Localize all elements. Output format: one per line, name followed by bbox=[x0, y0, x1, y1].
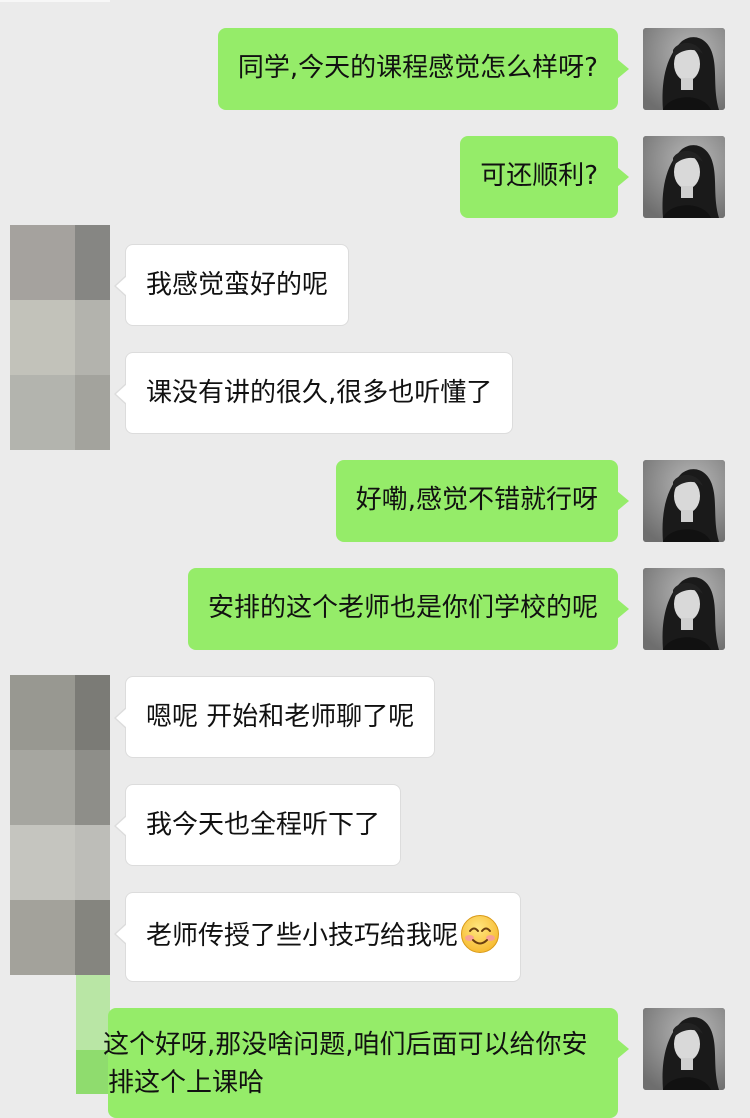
mosaic-cell bbox=[75, 300, 110, 375]
mosaic-cell bbox=[75, 900, 110, 975]
avatar-portrait-image bbox=[643, 568, 725, 650]
message-text: 同学,今天的课程感觉怎么样呀? bbox=[237, 53, 598, 83]
mosaic-cell bbox=[10, 300, 75, 375]
mosaic-cell bbox=[10, 825, 75, 900]
message-bubble-outgoing[interactable]: 好嘞,感觉不错就行呀 bbox=[335, 460, 630, 542]
message-bubble-incoming[interactable]: 嗯呢 开始和老师聊了呢 bbox=[113, 676, 436, 758]
mosaic-cell bbox=[10, 225, 75, 300]
message-text: 我感觉蛮好的呢 bbox=[146, 270, 329, 300]
message-bubble-incoming[interactable]: 老师传授了些小技巧给我呢 bbox=[113, 892, 522, 982]
mosaic-cell bbox=[10, 375, 75, 450]
message-bubble-outgoing[interactable]: 这个好呀,那没啥问题,咱们后面可以给你安排这个上课哈 bbox=[103, 1008, 629, 1118]
message-bubble-outgoing[interactable]: 可还顺利? bbox=[460, 136, 629, 218]
message-text: 可还顺利? bbox=[480, 161, 598, 191]
avatar-portrait-image bbox=[643, 28, 725, 110]
mosaic-cell bbox=[75, 675, 110, 750]
avatar-self[interactable] bbox=[643, 568, 725, 650]
avatar-other-pixelated[interactable] bbox=[10, 225, 110, 450]
message-text: 老师传授了些小技巧给我呢 bbox=[146, 921, 459, 951]
message-text: 这个好呀,那没啥问题,咱们后面可以给你安排这个上课哈 bbox=[103, 1030, 588, 1098]
avatar-portrait-image bbox=[643, 1008, 725, 1090]
avatar-self[interactable] bbox=[643, 460, 725, 542]
smiling-blush-emoji-icon bbox=[461, 914, 500, 953]
message-text: 好嘞,感觉不错就行呀 bbox=[355, 485, 598, 515]
message-bubble-incoming[interactable]: 我感觉蛮好的呢 bbox=[113, 244, 350, 326]
message-bubble-incoming[interactable]: 课没有讲的很久,很多也听懂了 bbox=[113, 352, 514, 434]
message-text: 安排的这个老师也是你们学校的呢 bbox=[207, 593, 598, 623]
avatar-portrait-image bbox=[643, 460, 725, 542]
message-text: 我今天也全程听下了 bbox=[146, 810, 381, 840]
avatar-self[interactable] bbox=[643, 28, 725, 110]
message-bubble-incoming[interactable]: 我今天也全程听下了 bbox=[113, 784, 402, 866]
top-divider bbox=[0, 0, 110, 2]
mosaic-cell bbox=[75, 825, 110, 900]
mosaic-cell bbox=[75, 225, 110, 300]
mosaic-cell bbox=[75, 375, 110, 450]
avatar-self[interactable] bbox=[643, 136, 725, 218]
mosaic-cell bbox=[10, 900, 75, 975]
mosaic-cell bbox=[10, 750, 75, 825]
avatar-self[interactable] bbox=[643, 1008, 725, 1090]
avatar-other-pixelated[interactable] bbox=[10, 675, 110, 975]
mosaic-cell bbox=[10, 675, 75, 750]
mosaic-cell bbox=[75, 750, 110, 825]
avatar-portrait-image bbox=[643, 136, 725, 218]
message-bubble-outgoing[interactable]: 安排的这个老师也是你们学校的呢 bbox=[187, 568, 630, 650]
message-text: 课没有讲的很久,很多也听懂了 bbox=[146, 378, 493, 408]
message-text: 嗯呢 开始和老师聊了呢 bbox=[146, 702, 415, 732]
message-bubble-outgoing[interactable]: 同学,今天的课程感觉怎么样呀? bbox=[217, 28, 630, 110]
